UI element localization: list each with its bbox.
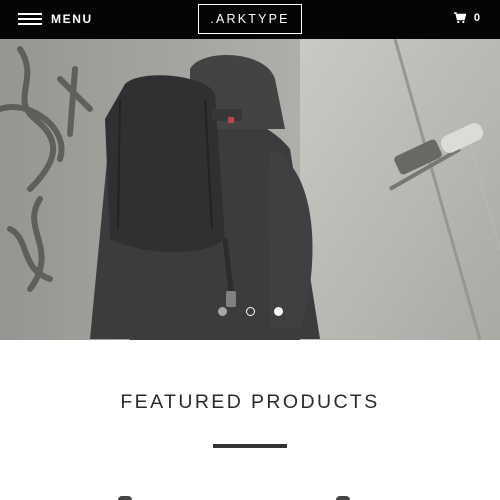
product-thumbnail-peek[interactable]: [336, 496, 350, 500]
slider-dot-1[interactable]: [217, 306, 227, 316]
hamburger-icon: [18, 13, 42, 25]
product-thumbnail-peek[interactable]: [118, 496, 132, 500]
slider-dots: [0, 305, 500, 317]
site-logo[interactable]: .ARKTYPE: [198, 4, 302, 34]
menu-button[interactable]: MENU: [18, 10, 93, 28]
slider-dot-2[interactable]: [245, 306, 255, 316]
featured-products-heading: FEATURED PRODUCTS: [120, 391, 380, 413]
hero-image: [0, 39, 500, 340]
menu-label: MENU: [51, 12, 93, 26]
cart-count: 0: [473, 12, 480, 24]
slider-dot-3[interactable]: [273, 306, 283, 316]
heading-divider: [213, 444, 287, 448]
shopping-cart-icon: [453, 12, 466, 24]
site-header: MENU .ARKTYPE 0: [0, 0, 500, 39]
hero-slider[interactable]: [0, 39, 500, 340]
cart-button[interactable]: 0: [453, 11, 480, 25]
